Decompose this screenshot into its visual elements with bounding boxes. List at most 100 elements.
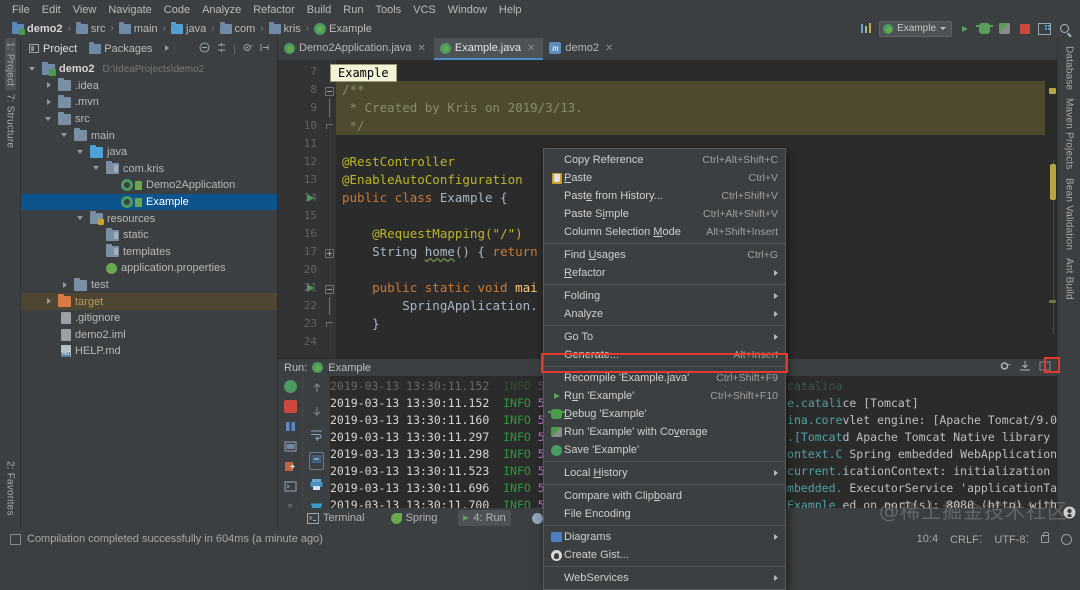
menu-item-webservices[interactable]: WebServices — [544, 569, 785, 587]
fold-method-collapsed[interactable] — [324, 243, 336, 261]
menu-item-folding[interactable]: Folding — [544, 287, 785, 305]
menu-item-go-to[interactable]: Go To — [544, 328, 785, 346]
breadcrumb-main[interactable]: main — [115, 21, 162, 36]
sidebar-item-database[interactable]: Database — [1064, 42, 1075, 94]
breadcrumb-demo2[interactable]: demo2 — [8, 21, 66, 36]
github-icon[interactable] — [1063, 506, 1076, 528]
menu-item-run-with-coverage[interactable]: Run 'Example' with Coverage — [544, 423, 785, 441]
chevron-right-icon[interactable] — [61, 281, 70, 290]
chevron-down-icon[interactable] — [77, 214, 86, 223]
menu-item-window[interactable]: Window — [442, 3, 493, 17]
chevron-down-icon[interactable] — [61, 131, 70, 140]
menu-item-view[interactable]: View — [67, 3, 103, 17]
import-icon[interactable] — [284, 460, 297, 473]
export-icon[interactable] — [1019, 360, 1031, 375]
sidebar-item-bean-validation[interactable]: Bean Validation — [1064, 174, 1075, 254]
editor-gutter[interactable]: 7 8 9 10 11 12 13 14 15 16 17 20 21 22 2… — [278, 60, 324, 358]
menu-item-paste-from-history[interactable]: Paste from History... Ctrl+Shift+V — [544, 187, 785, 205]
tree-row-test[interactable]: test — [21, 277, 277, 294]
menu-item-run-example[interactable]: Run 'Example' Ctrl+Shift+F10 — [544, 387, 785, 405]
tree-row-help-md[interactable]: HELP.md — [21, 343, 277, 360]
chevron-down-icon[interactable] — [45, 115, 54, 124]
menu-item-run[interactable]: Run — [337, 3, 369, 17]
tab-example-java[interactable]: Example.java ✕ — [433, 38, 544, 60]
breadcrumb-java[interactable]: java — [167, 21, 210, 36]
sidebar-item-maven-projects[interactable]: Maven Projects — [1064, 94, 1075, 174]
gear-icon[interactable] — [242, 42, 253, 56]
collapse-all-icon[interactable] — [199, 42, 210, 56]
breadcrumb-src[interactable]: src — [72, 21, 110, 36]
tree-row-demo2[interactable]: demo2 D:\IdeaProjects\demo2 — [21, 61, 277, 78]
scroll-marker[interactable] — [1049, 88, 1056, 94]
menu-item-help[interactable]: Help — [493, 3, 528, 17]
menu-item-build[interactable]: Build — [301, 3, 337, 17]
tool-window-run[interactable]: 4: Run — [458, 510, 511, 526]
scroll-thumb[interactable] — [1050, 164, 1056, 200]
menu-item-save-example[interactable]: Save 'Example' — [544, 441, 785, 459]
tree-row-example[interactable]: Example — [21, 193, 277, 211]
tree-row-templates[interactable]: templates — [21, 244, 277, 261]
tree-row-main[interactable]: main — [21, 127, 277, 144]
tab-demo2application-java[interactable]: Demo2Application.java ✕ — [278, 38, 434, 60]
close-icon[interactable]: ✕ — [527, 43, 535, 54]
breadcrumb-com[interactable]: com — [216, 21, 260, 36]
tree-row-mvn[interactable]: .mvn — [21, 94, 277, 111]
close-icon[interactable]: ✕ — [418, 43, 426, 54]
soft-wrap-icon[interactable] — [310, 428, 323, 444]
tab-project[interactable]: Project — [25, 42, 81, 56]
tree-row-idea[interactable]: .idea — [21, 78, 277, 95]
rerun-icon[interactable] — [283, 380, 297, 393]
chevron-right-icon[interactable] — [45, 98, 54, 107]
tree-row-demo2-iml[interactable]: demo2.iml — [21, 327, 277, 344]
menu-item-diagrams[interactable]: Diagrams — [544, 528, 785, 546]
tab-demo2-pom[interactable]: m demo2 ✕ — [543, 38, 621, 60]
line-separator[interactable]: CRLF⁚ — [950, 533, 982, 546]
gear-icon[interactable] — [999, 360, 1011, 375]
expand-all-icon[interactable] — [216, 42, 227, 56]
editor-scrollbar[interactable] — [1045, 60, 1057, 358]
hide-icon[interactable] — [259, 42, 270, 56]
chevron-down-icon[interactable] — [93, 164, 102, 173]
fold-comment-end[interactable] — [324, 117, 336, 135]
fold-comment-start[interactable] — [324, 81, 336, 99]
caret-position[interactable]: 10:4 — [917, 533, 938, 545]
fold-main-start[interactable] — [324, 279, 336, 297]
encoding-selector[interactable]: UTF-8⁚ — [994, 533, 1029, 546]
menu-item-refactor[interactable]: Refactor — [247, 3, 301, 17]
breadcrumb-example[interactable]: Example — [310, 22, 376, 36]
tree-row-src[interactable]: src — [21, 111, 277, 128]
menu-item-navigate[interactable]: Navigate — [102, 3, 157, 17]
menu-item-column-selection-mode[interactable]: Column Selection Mode Alt+Shift+Insert — [544, 223, 785, 241]
menu-item-paste-simple[interactable]: Paste Simple Ctrl+Alt+Shift+V — [544, 205, 785, 223]
menu-item-vcs[interactable]: VCS — [407, 3, 442, 17]
tree-row-static[interactable]: static — [21, 227, 277, 244]
menu-item-create-gist[interactable]: Create Gist... — [544, 546, 785, 564]
folding-column[interactable] — [324, 60, 336, 358]
tree-row-comkris[interactable]: com.kris — [21, 161, 277, 178]
scroll-marker[interactable] — [1049, 300, 1056, 303]
menu-item-file[interactable]: File — [6, 3, 36, 17]
tree-row-demo2application[interactable]: Demo2Application — [21, 177, 277, 194]
run-gutter-icon[interactable] — [307, 284, 314, 292]
coverage-icon[interactable] — [997, 21, 1012, 36]
lock-icon[interactable] — [1041, 532, 1049, 543]
tree-row-resources[interactable]: resources — [21, 210, 277, 227]
menu-item-paste[interactable]: Paste Ctrl+V — [544, 169, 785, 187]
menu-item-generate[interactable]: Generate... Alt+Insert — [544, 346, 785, 364]
tool-window-spring[interactable]: Spring — [386, 510, 443, 526]
breadcrumb-kris[interactable]: kris — [265, 21, 305, 36]
debug-icon[interactable] — [976, 21, 993, 36]
tab-packages[interactable]: Packages — [85, 41, 156, 56]
menu-item-edit[interactable]: Edit — [36, 3, 67, 17]
menu-item-tools[interactable]: Tools — [369, 3, 407, 17]
sidebar-item-project[interactable]: 1: Project — [4, 38, 16, 91]
menu-item-code[interactable]: Code — [158, 3, 196, 17]
chevron-right-icon[interactable] — [45, 297, 54, 306]
editor-context-menu[interactable]: Copy Reference Ctrl+Alt+Shift+C Paste Ctrl… — [543, 148, 786, 590]
tree-row-target[interactable]: target — [21, 293, 277, 310]
console-icon[interactable] — [284, 480, 297, 493]
tree-row-application-properties[interactable]: application.properties — [21, 260, 277, 277]
more-tabs-icon[interactable] — [163, 44, 172, 53]
search-icon[interactable] — [1057, 21, 1072, 36]
menu-item-find-usages[interactable]: Find Usages Ctrl+G — [544, 246, 785, 264]
